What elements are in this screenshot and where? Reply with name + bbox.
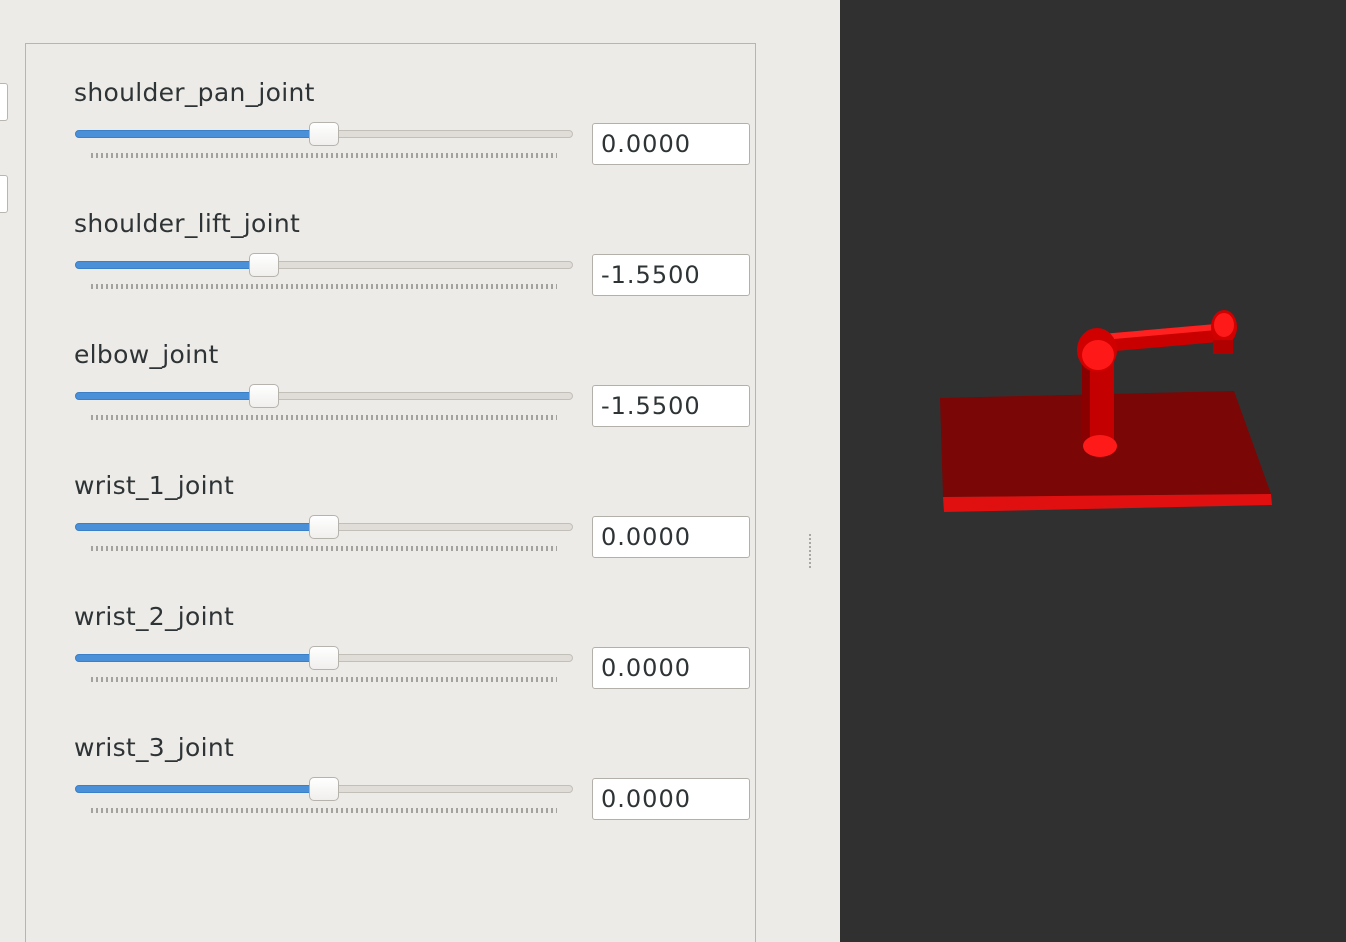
joint-label: shoulder_lift_joint xyxy=(74,209,301,238)
app-window: shoulder_pan_joint shoulder_lift_joint e… xyxy=(0,0,1346,942)
joint-label: wrist_3_joint xyxy=(74,733,235,762)
slider-fill xyxy=(75,261,264,269)
slider-ticks xyxy=(91,808,557,813)
joint-label: shoulder_pan_joint xyxy=(74,78,315,107)
slider-handle[interactable] xyxy=(309,122,339,146)
slider-handle[interactable] xyxy=(309,646,339,670)
slider-fill xyxy=(75,523,324,531)
joint-slider[interactable] xyxy=(75,122,575,146)
joint-label: elbow_joint xyxy=(74,340,219,369)
joint-slider[interactable] xyxy=(75,777,575,801)
arm-end-effector xyxy=(1213,340,1233,354)
slider-handle[interactable] xyxy=(249,253,279,277)
joint-row-wrist-1: wrist_1_joint xyxy=(26,437,757,568)
joint-row-wrist-2: wrist_2_joint xyxy=(26,568,757,699)
joint-value-input[interactable] xyxy=(592,123,750,165)
robot-arm-render xyxy=(940,310,1272,512)
joint-row-elbow: elbow_joint xyxy=(26,306,757,437)
joint-slider[interactable] xyxy=(75,384,575,408)
joint-value-input[interactable] xyxy=(592,516,750,558)
joint-value-input[interactable] xyxy=(592,647,750,689)
slider-ticks xyxy=(91,546,557,551)
joint-slider[interactable] xyxy=(75,646,575,670)
joint-row-shoulder-lift: shoulder_lift_joint xyxy=(26,175,757,306)
slider-fill xyxy=(75,654,324,662)
slider-ticks xyxy=(91,153,557,158)
joint-control-panel: shoulder_pan_joint shoulder_lift_joint e… xyxy=(25,43,756,942)
slider-handle[interactable] xyxy=(249,384,279,408)
splitter-handle[interactable] xyxy=(809,534,811,570)
slider-handle[interactable] xyxy=(309,777,339,801)
joint-slider[interactable] xyxy=(75,515,575,539)
cut-off-input-field[interactable] xyxy=(0,175,8,213)
slider-fill xyxy=(75,785,324,793)
slider-handle[interactable] xyxy=(309,515,339,539)
joint-label: wrist_2_joint xyxy=(74,602,235,631)
joint-row-wrist-3: wrist_3_joint xyxy=(26,699,757,830)
base-plate-edge xyxy=(943,494,1272,512)
slider-fill xyxy=(75,130,324,138)
slider-ticks xyxy=(91,415,557,420)
arm-elbow-cap xyxy=(1082,340,1114,370)
joint-value-input[interactable] xyxy=(592,254,750,296)
joint-value-input[interactable] xyxy=(592,385,750,427)
slider-ticks xyxy=(91,284,557,289)
slider-ticks xyxy=(91,677,557,682)
cut-off-input-field[interactable] xyxy=(0,83,8,121)
3d-viewport[interactable] xyxy=(840,0,1346,942)
joint-row-shoulder-pan: shoulder_pan_joint xyxy=(26,44,757,175)
slider-fill xyxy=(75,392,264,400)
joint-label: wrist_1_joint xyxy=(74,471,235,500)
arm-base-joint xyxy=(1083,435,1117,457)
joint-value-input[interactable] xyxy=(592,778,750,820)
joint-slider[interactable] xyxy=(75,253,575,277)
arm-wrist-cap xyxy=(1214,313,1234,337)
